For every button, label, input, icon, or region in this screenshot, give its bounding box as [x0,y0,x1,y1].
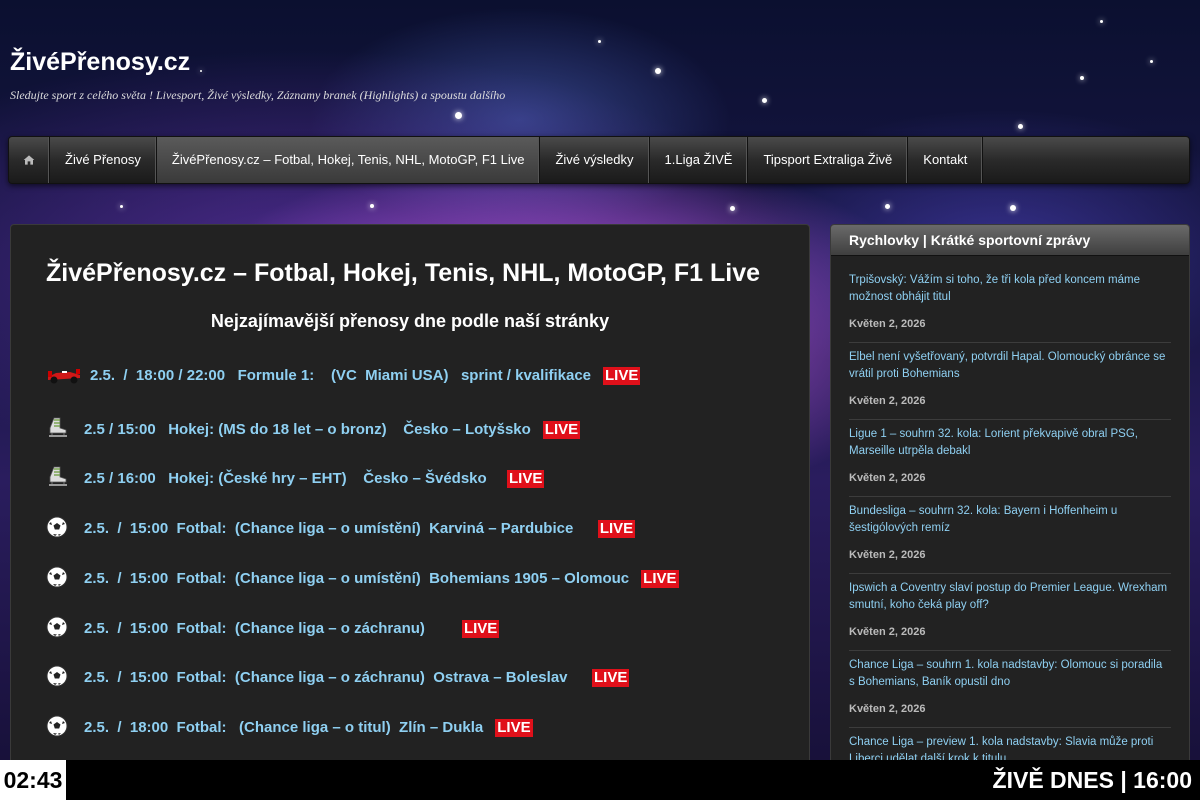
page-subtitle: Nejzajímavější přenosy dne podle naší st… [210,311,610,331]
news-link[interactable]: Trpišovský: Vážím si toho, že tři kola p… [849,272,1171,306]
site-header: ŽivéPřenosy.cz Sledujte sport z celého s… [10,46,505,103]
live-ticker[interactable]: ŽIVĚ DNES | 16:00 [993,760,1192,800]
event-row[interactable]: 2.5. / 15:00 Fotbal: (Chance liga – o um… [46,566,679,588]
divider [849,573,1171,574]
news-link[interactable]: Chance Liga – souhrn 1. kola nadstavby: … [849,657,1171,691]
news-date: Květen 2, 2026 [849,318,926,330]
divider [849,419,1171,420]
news-item: Ligue 1 – souhrn 32. kola: Lorient překv… [849,426,1171,484]
soccer-ball-icon [46,665,68,687]
news-link[interactable]: Ipswich a Coventry slaví postup do Premi… [849,580,1171,614]
nav-item-zive-vysledky[interactable]: Živé výsledky [540,137,650,183]
divider [849,496,1171,497]
divider [849,342,1171,343]
live-badge[interactable]: LIVE [641,570,679,588]
event-text[interactable]: 2.5. / 15:00 Fotbal: (Chance liga – o zá… [84,669,580,687]
news-date: Květen 2, 2026 [849,395,926,407]
soccer-ball-icon [46,616,68,638]
news-item: Trpišovský: Vážím si toho, že tři kola p… [849,272,1171,330]
event-text[interactable]: 2.5 / 15:00 Hokej: (MS do 18 let – o bro… [84,421,531,439]
news-link[interactable]: Ligue 1 – souhrn 32. kola: Lorient překv… [849,426,1171,460]
live-badge[interactable]: LIVE [597,520,636,538]
live-badge[interactable]: LIVE [507,470,545,488]
live-badge[interactable]: LIVE [542,421,581,439]
soccer-ball-icon [46,566,68,588]
event-row[interactable]: 2.5. / 15:00 Fotbal: (Chance liga – o zá… [46,665,630,687]
news-link[interactable]: Bundesliga – souhrn 32. kola: Bayern i H… [849,503,1171,537]
news-link[interactable]: Elbel není vyšetřovaný, potvrdil Hapal. … [849,349,1171,383]
event-text[interactable]: 2.5. / 15:00 Fotbal: (Chance liga – o um… [84,570,629,588]
news-item: Elbel není vyšetřovaný, potvrdil Hapal. … [849,349,1171,407]
nav-item-tipsport-extraliga[interactable]: Tipsport Extraliga Živě [748,137,909,183]
site-tagline: Sledujte sport z celého světa ! Livespor… [10,88,506,102]
nav-item-kontakt[interactable]: Kontakt [908,137,984,183]
sidebar-heading: Rychlovky | Krátké sportovní zprávy [831,225,1189,256]
nav-item-1-liga[interactable]: 1.Liga ŽIVĚ [650,137,749,183]
event-row[interactable]: 2.5. / 18:00 / 22:00 Formule 1: (VC Miam… [46,363,641,385]
hockey-skate-icon [49,417,67,437]
event-text[interactable]: 2.5. / 18:00 / 22:00 Formule 1: (VC Miam… [90,367,591,385]
news-item: Chance Liga – souhrn 1. kola nadstavby: … [849,657,1171,715]
live-badge[interactable]: LIVE [592,669,630,687]
event-row[interactable]: 2.5. / 15:00 Fotbal: (Chance liga – o zá… [46,616,500,638]
event-row[interactable]: 2.5. / 18:00 Fotbal: (Chance liga – o ti… [46,715,533,737]
news-date: Květen 2, 2026 [849,472,926,484]
event-text[interactable]: 2.5 / 16:00 Hokej: (České hry – EHT) Čes… [84,470,495,488]
news-date: Květen 2, 2026 [849,549,926,561]
hockey-skate-icon [49,466,67,486]
live-badge[interactable]: LIVE [603,367,641,385]
live-badge[interactable]: LIVE [461,620,500,638]
main-navigation: Živé Přenosy ŽivéPřenosy.cz – Fotbal, Ho… [8,136,1190,184]
event-text[interactable]: 2.5. / 15:00 Fotbal: (Chance liga – o um… [84,520,586,538]
divider [849,650,1171,651]
sidebar-news: Rychlovky | Krátké sportovní zprávy Trpi… [830,224,1190,786]
bottom-live-bar: 02:43 ŽIVĚ DNES | 16:00 [0,760,1200,800]
soccer-ball-icon [46,516,68,538]
clock: 02:43 [0,760,66,800]
news-date: Květen 2, 2026 [849,703,926,715]
f1-car-icon [48,369,80,384]
event-row[interactable]: 2.5 / 15:00 Hokej: (MS do 18 let – o bro… [46,417,581,439]
nav-item-homepage[interactable]: ŽivéPřenosy.cz – Fotbal, Hokej, Tenis, N… [156,137,541,183]
event-row[interactable]: 2.5. / 15:00 Fotbal: (Chance liga – o um… [46,516,636,538]
nav-item-zive-prenosy[interactable]: Živé Přenosy [50,137,157,183]
event-text[interactable]: 2.5. / 15:00 Fotbal: (Chance liga – o zá… [84,620,450,638]
news-item: Bundesliga – souhrn 32. kola: Bayern i H… [849,503,1171,561]
news-date: Květen 2, 2026 [849,626,926,638]
event-text[interactable]: 2.5. / 18:00 Fotbal: (Chance liga – o ti… [84,719,483,737]
home-icon [23,155,35,165]
main-content: ŽivéPřenosy.cz – Fotbal, Hokej, Tenis, N… [10,224,810,786]
event-row[interactable]: 2.5 / 16:00 Hokej: (České hry – EHT) Čes… [46,466,545,488]
divider [849,727,1171,728]
live-badge[interactable]: LIVE [495,719,533,737]
soccer-ball-icon [46,715,68,737]
site-title[interactable]: ŽivéPřenosy.cz [10,46,505,78]
nav-home[interactable] [9,137,50,183]
news-item: Ipswich a Coventry slaví postup do Premi… [849,580,1171,638]
page-title: ŽivéPřenosy.cz – Fotbal, Hokej, Tenis, N… [46,259,761,287]
